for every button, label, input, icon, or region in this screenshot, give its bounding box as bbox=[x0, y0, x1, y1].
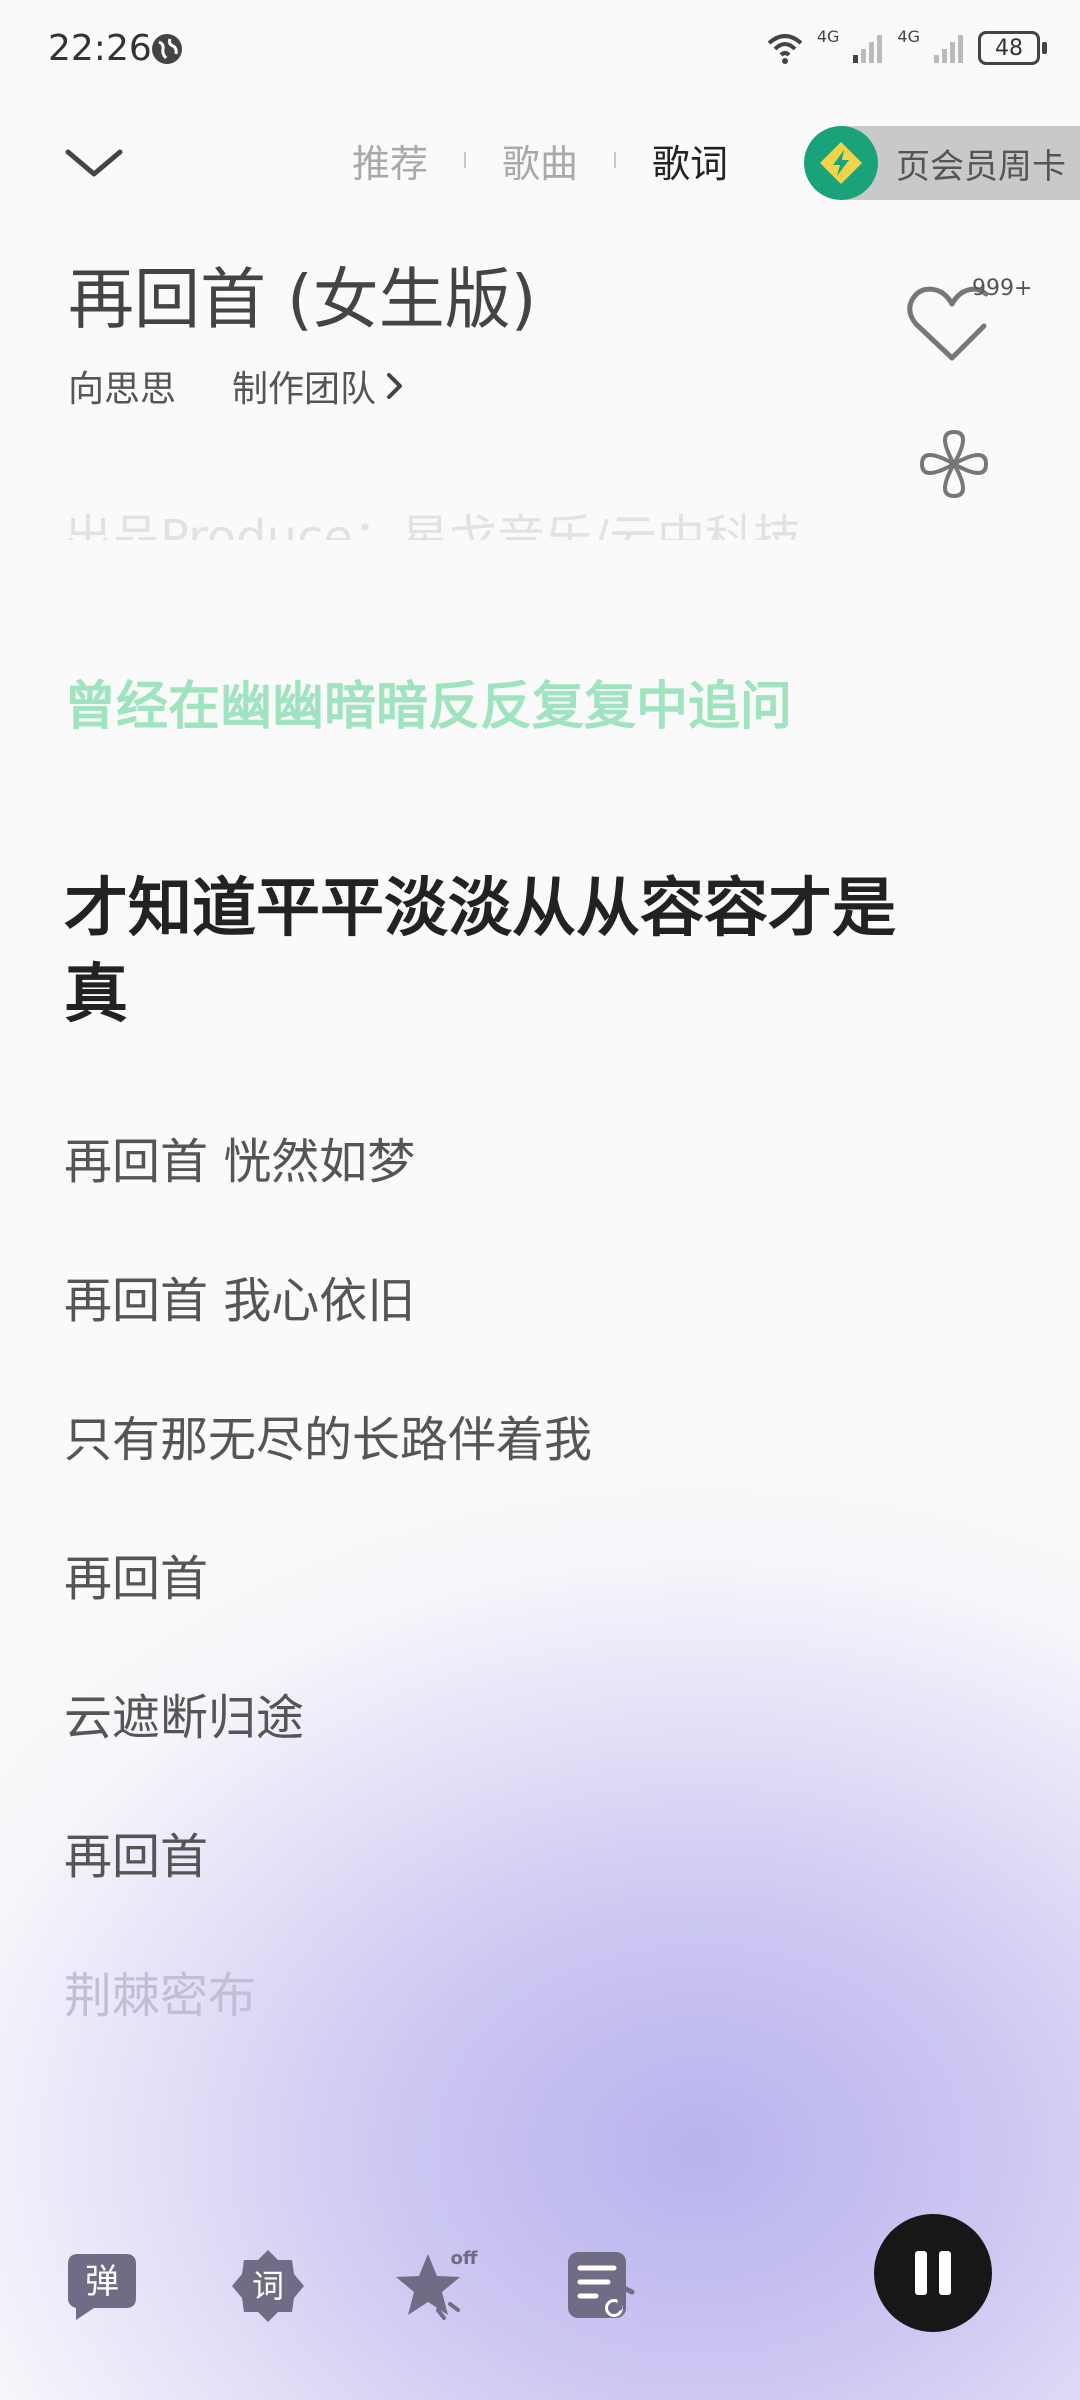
vip-promo-button[interactable]: 页会员周卡 bbox=[804, 126, 1080, 200]
lyric-line-current[interactable]: 才知道平平淡淡从从容容才是真 bbox=[64, 866, 914, 1038]
battery-level: 48 bbox=[995, 35, 1023, 61]
vip-promo-text: 页会员周卡 bbox=[896, 146, 1066, 187]
network-type-2: 4G bbox=[897, 26, 920, 46]
lyric-style-label: 词 bbox=[252, 2267, 284, 2305]
chevron-right-icon bbox=[387, 373, 403, 399]
lyric-sheet-icon[interactable] bbox=[564, 2248, 640, 2324]
danmaku-icon[interactable]: 弹 bbox=[64, 2248, 140, 2324]
lyric-line[interactable]: 再回首 bbox=[64, 1817, 208, 1887]
like-count: 999+ bbox=[972, 276, 1033, 301]
tab-lyrics[interactable]: 歌词 bbox=[652, 133, 728, 188]
tab-divider bbox=[464, 152, 467, 168]
collapse-chevron-icon[interactable] bbox=[62, 130, 126, 194]
tab-song[interactable]: 歌曲 bbox=[502, 133, 578, 188]
song-title: 再回首 (女生版) bbox=[68, 261, 537, 338]
status-icons: 4G 4G 48 bbox=[765, 26, 1047, 70]
status-time: 22:26 bbox=[48, 28, 152, 69]
globe-icon bbox=[152, 34, 182, 64]
lyric-line[interactable]: 再回首 恍然如梦 bbox=[64, 1122, 415, 1192]
lyric-line[interactable]: 曾经在幽幽暗暗反反复复中追问 bbox=[64, 664, 792, 739]
tab-divider bbox=[614, 152, 617, 168]
lyric-line[interactable]: 云遮断归途 bbox=[64, 1678, 304, 1748]
star-effect-icon[interactable]: off bbox=[392, 2248, 482, 2324]
lyric-line[interactable]: 只有那无尽的长路伴着我 bbox=[64, 1400, 592, 1470]
star-off-badge: off bbox=[451, 2248, 478, 2269]
battery-indicator: 48 bbox=[978, 31, 1047, 65]
lyric-line[interactable]: 再回首 我心依旧 bbox=[64, 1261, 415, 1331]
tab-recommend[interactable]: 推荐 bbox=[352, 133, 428, 188]
lyric-line[interactable]: 荆棘密布 bbox=[64, 1956, 256, 2026]
credits-link[interactable]: 制作团队 bbox=[232, 360, 406, 412]
pause-button[interactable] bbox=[874, 2214, 992, 2332]
lyric-style-icon[interactable]: 词 bbox=[230, 2248, 306, 2324]
vip-badge bbox=[804, 126, 878, 200]
clover-icon[interactable] bbox=[914, 424, 994, 504]
pause-bar bbox=[915, 2251, 927, 2295]
lyric-credit-line: 出品Produce：星戈音乐/云中科技 bbox=[64, 510, 802, 540]
wifi-icon bbox=[767, 34, 803, 64]
pause-bar bbox=[939, 2251, 951, 2295]
network-type-1: 4G bbox=[816, 26, 840, 46]
signal-icon bbox=[853, 35, 883, 63]
artist-name[interactable]: 向思思 bbox=[68, 360, 176, 412]
diamond-bolt-icon bbox=[820, 142, 862, 184]
view-tabs: 推荐 歌曲 歌词 bbox=[352, 130, 728, 190]
danmaku-label: 弹 bbox=[85, 2262, 119, 2302]
signal-icon bbox=[934, 35, 963, 63]
credits-label: 制作团队 bbox=[232, 369, 377, 410]
lyric-line[interactable]: 再回首 bbox=[64, 1539, 208, 1609]
